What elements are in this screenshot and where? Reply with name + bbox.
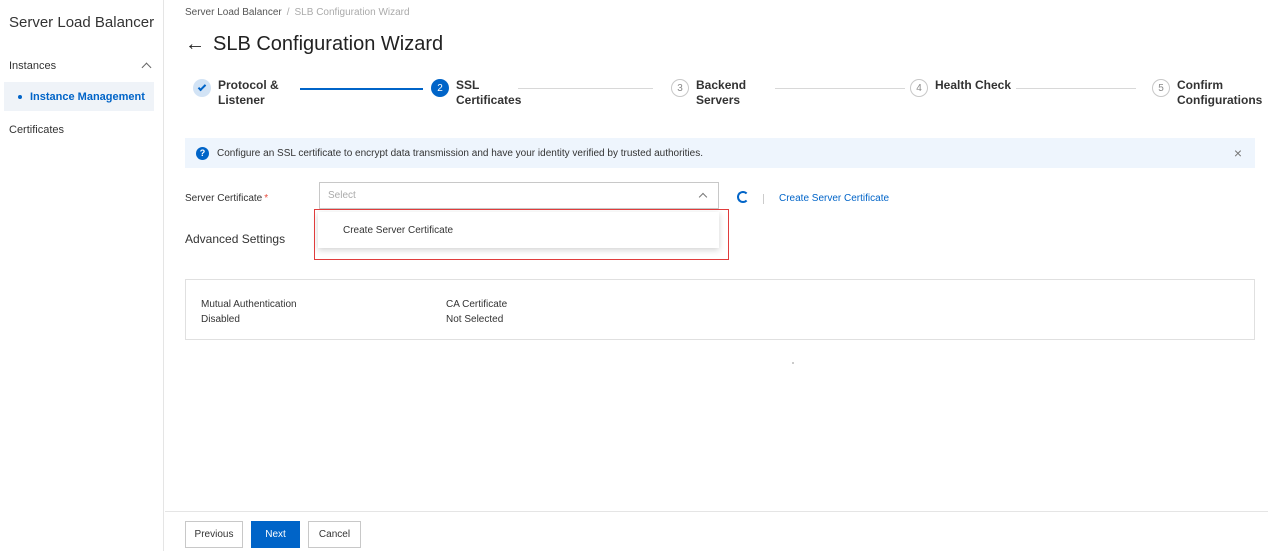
step-label: Protocol & Listener: [218, 78, 279, 107]
step-connector: [518, 88, 653, 89]
breadcrumb: Server Load Balancer / SLB Configuration W…: [185, 7, 410, 18]
ca-certificate-value: Not Selected: [446, 314, 504, 325]
sidebar-group-instances[interactable]: Instances: [9, 58, 155, 74]
breadcrumb-root[interactable]: Server Load Balancer: [185, 7, 282, 18]
ca-certificate-field: CA Certificate Not Selected: [446, 297, 507, 327]
step-label: Confirm Configurations: [1177, 78, 1263, 107]
ca-certificate-label: CA Certificate: [446, 299, 508, 310]
sidebar-group-label: Instances: [9, 60, 57, 72]
dropdown-option-create-server-certificate[interactable]: Create Server Certificate: [318, 212, 719, 248]
select-placeholder: Select: [328, 190, 356, 201]
sidebar-title: Server Load Balancer: [9, 14, 155, 31]
back-arrow-icon[interactable]: ←: [185, 33, 205, 56]
step-protocol-listener: Protocol & Listener: [193, 78, 279, 108]
wizard-steps: Protocol & Listener 2 SSL Certificates 3 B…: [165, 78, 1268, 118]
divider: [763, 194, 764, 204]
check-icon: [193, 79, 211, 97]
chevron-up-icon: [141, 62, 152, 73]
mutual-authentication-label: Mutual Authentication: [201, 299, 297, 310]
close-icon[interactable]: ×: [1234, 145, 1242, 161]
mutual-authentication-field: Mutual Authentication Disabled: [201, 297, 297, 327]
step-ssl-certificates: 2 SSL Certificates: [431, 78, 521, 108]
previous-button[interactable]: Previous: [185, 521, 243, 548]
advanced-settings-panel: Mutual Authentication Disabled CA Certif…: [185, 279, 1255, 340]
mutual-authentication-value: Disabled: [201, 314, 240, 325]
step-number: 5: [1152, 79, 1170, 97]
question-icon: ?: [196, 146, 209, 160]
step-number: 4: [910, 79, 928, 97]
step-label: Health Check: [935, 78, 1012, 92]
page-title: ← SLB Configuration Wizard: [185, 33, 443, 56]
step-backend-servers: 3 Backend Servers: [671, 78, 746, 108]
bullet-icon: [18, 94, 22, 99]
sidebar-item-label: Instance Management: [30, 90, 145, 103]
step-number: 2: [431, 79, 449, 97]
advanced-settings-toggle[interactable]: Advanced Settings: [185, 232, 285, 246]
create-server-certificate-link[interactable]: Create Server Certificate: [779, 193, 889, 204]
step-connector: [300, 88, 423, 90]
footer-actions: Previous Next Cancel: [165, 511, 1268, 551]
step-label: Backend Servers: [696, 78, 747, 107]
sidebar-item-certificates[interactable]: Certificates: [9, 124, 64, 136]
next-button[interactable]: Next: [251, 521, 300, 548]
page-title-text: SLB Configuration Wizard: [213, 33, 444, 55]
required-mark: *: [264, 193, 269, 204]
chevron-up-icon: [698, 192, 708, 202]
breadcrumb-current: SLB Configuration Wizard: [294, 7, 410, 18]
step-confirm-configurations: 5 Confirm Configurations: [1152, 78, 1262, 108]
info-banner-text: Configure an SSL certificate to encrypt …: [217, 147, 703, 159]
breadcrumb-separator: /: [286, 7, 290, 18]
refresh-icon[interactable]: [737, 191, 749, 203]
server-certificate-label: Server Certificate *: [185, 193, 269, 204]
sidebar: Server Load Balancer Instances Instance …: [0, 0, 164, 551]
step-connector: [775, 88, 905, 89]
cancel-button[interactable]: Cancel: [308, 521, 361, 548]
step-number: 3: [671, 79, 689, 97]
server-certificate-select[interactable]: Select: [319, 182, 719, 209]
decorative-dot: [792, 362, 794, 364]
info-banner: ? Configure an SSL certificate to encryp…: [185, 138, 1255, 168]
sidebar-item-instance-management[interactable]: Instance Management: [4, 82, 154, 111]
main-content: Server Load Balancer / SLB Configuration W…: [165, 0, 1268, 551]
step-label: SSL Certificates: [456, 78, 522, 107]
step-health-check: 4 Health Check: [910, 78, 1011, 97]
step-connector: [1016, 88, 1136, 89]
